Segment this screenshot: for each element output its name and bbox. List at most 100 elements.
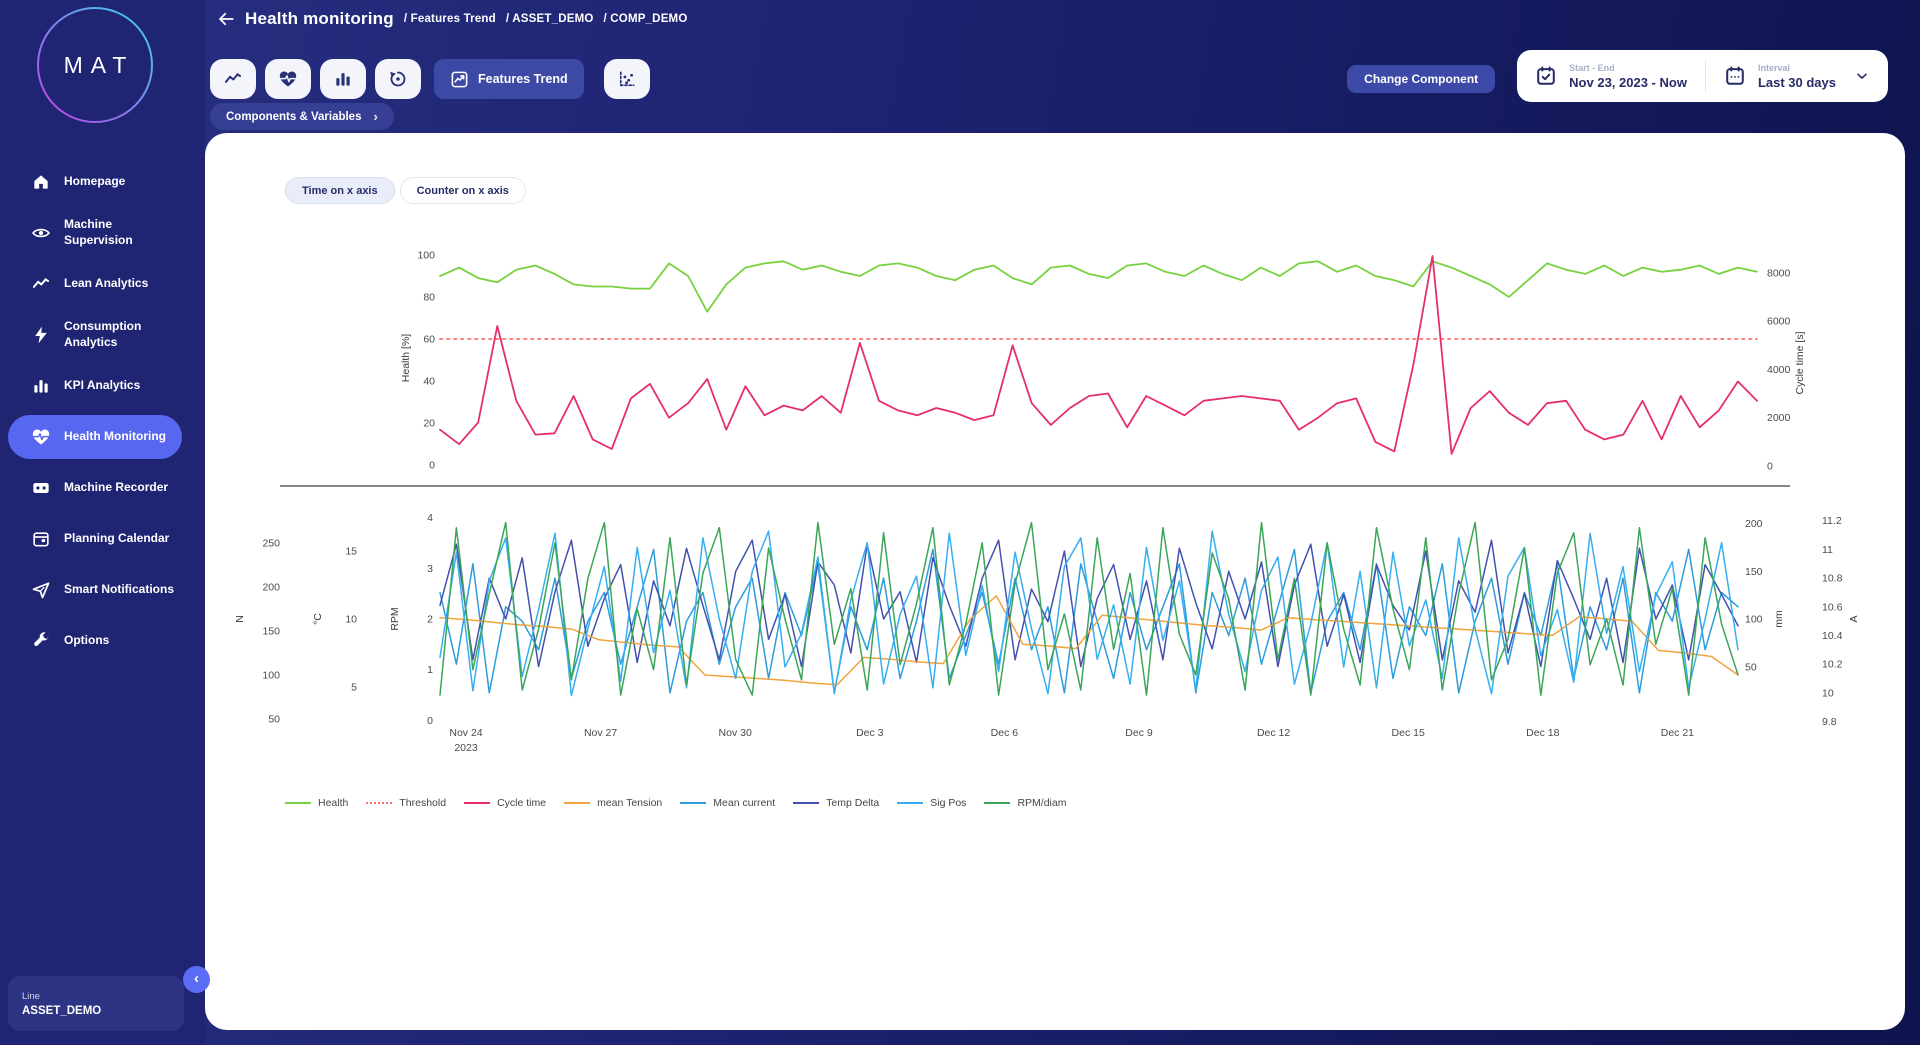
legend-item-mean-tension[interactable]: mean Tension — [564, 797, 662, 809]
legend-swatch — [680, 802, 707, 804]
health-button[interactable] — [265, 59, 311, 99]
legend-label: Cycle time — [497, 797, 547, 809]
scatter-chart-button[interactable] — [603, 59, 650, 99]
sidebar-item-homepage[interactable]: Homepage — [8, 160, 182, 204]
line-selector[interactable]: Line ASSET_DEMO — [8, 976, 184, 1031]
svg-text:6000: 6000 — [1767, 316, 1791, 328]
page-title: Health monitoring — [245, 9, 394, 28]
interval-select[interactable]: Interval Last 30 days — [1706, 63, 1888, 90]
change-component-button[interactable]: Change Component — [1347, 65, 1496, 93]
svg-text:Dec 9: Dec 9 — [1125, 727, 1153, 739]
svg-text:Dec 18: Dec 18 — [1526, 727, 1559, 739]
legend-label: Sig Pos — [930, 797, 967, 809]
sidebar: MAT Homepage Machine Supervision Lean Anal… — [0, 0, 210, 1045]
svg-text:11.2: 11.2 — [1822, 515, 1842, 527]
sidebar-nav: Homepage Machine Supervision Lean Analytic… — [0, 160, 205, 663]
line-value: ASSET_DEMO — [22, 1004, 102, 1017]
svg-text:1: 1 — [427, 664, 433, 676]
svg-text:40: 40 — [423, 376, 435, 388]
chart-card: Time on x axis Counter on x axis 0 20 40 60… — [205, 133, 1905, 1030]
svg-text:200: 200 — [1745, 518, 1763, 530]
start-end-field[interactable]: Start - End Nov 23, 2023 - Now — [1517, 63, 1705, 90]
svg-text:9.8: 9.8 — [1822, 716, 1837, 728]
legend-label: mean Tension — [597, 797, 663, 809]
sidebar-item-label: Lean Analytics — [64, 276, 149, 291]
legend-item-threshold[interactable]: Threshold — [366, 797, 446, 809]
sidebar-item-health-monitoring[interactable]: Health Monitoring — [8, 415, 182, 459]
cassette-icon — [33, 483, 49, 493]
scatter-chart-icon — [619, 71, 635, 87]
sidebar-item-consumption-analytics[interactable]: Consumption Analytics — [8, 313, 182, 357]
history-button[interactable] — [375, 59, 421, 99]
svg-text:0: 0 — [427, 715, 433, 727]
components-variables-label: Components & Variables — [226, 110, 362, 123]
home-icon — [34, 175, 48, 189]
toggle-counter-x-axis[interactable]: Counter on x axis — [399, 177, 526, 204]
calendar-icon — [1726, 66, 1744, 85]
svg-text:2000: 2000 — [1767, 412, 1791, 424]
svg-text:10.2: 10.2 — [1822, 659, 1843, 671]
line-label: Line — [22, 990, 40, 1002]
svg-text:150: 150 — [1745, 566, 1763, 578]
svg-text:RPM: RPM — [389, 607, 401, 630]
breadcrumb-item[interactable]: / ASSET_DEMO — [506, 13, 594, 25]
svg-text:5: 5 — [351, 682, 357, 694]
sidebar-item-label: Machine Recorder — [64, 480, 169, 495]
app-logo: MAT — [0, 0, 205, 140]
heart-pulse-icon — [279, 71, 297, 87]
legend-label: RPM/diam — [1017, 797, 1067, 809]
svg-text:250: 250 — [262, 538, 280, 550]
features-trend-chart[interactable]: 020406080100Health [%]02000400060008000C… — [205, 203, 1905, 803]
calendar-icon — [33, 532, 49, 547]
sidebar-item-label: Consumption Analytics — [64, 319, 142, 349]
components-variables-button[interactable]: Components & Variables › — [210, 103, 394, 130]
svg-text:Dec 3: Dec 3 — [856, 727, 884, 739]
legend-item-sig-pos[interactable]: Sig Pos — [897, 797, 966, 809]
line-chart-button[interactable] — [210, 59, 256, 99]
legend-item-rpm-diam[interactable]: RPM/diam — [984, 797, 1066, 809]
svg-text:mm: mm — [1773, 610, 1785, 628]
sidebar-item-lean-analytics[interactable]: Lean Analytics — [8, 262, 182, 306]
svg-text:10: 10 — [1822, 687, 1834, 699]
legend-item-cycle-time[interactable]: Cycle time — [464, 797, 546, 809]
sidebar-item-options[interactable]: Options — [8, 619, 182, 663]
breadcrumb-item[interactable]: / COMP_DEMO — [604, 13, 688, 25]
svg-text:N: N — [234, 615, 246, 623]
toggle-time-x-axis[interactable]: Time on x axis — [285, 177, 395, 204]
chevron-left-icon: ‹ — [194, 970, 199, 987]
svg-text:Nov 27: Nov 27 — [584, 727, 617, 739]
breadcrumb-item[interactable]: / Features Trend — [404, 13, 496, 25]
bar-chart-button[interactable] — [320, 59, 366, 99]
svg-text:4: 4 — [427, 512, 433, 524]
chart-legend: Health Threshold Cycle time mean Tension Mea… — [285, 797, 1066, 809]
legend-label: Health — [318, 797, 349, 809]
legend-item-temp-delta[interactable]: Temp Delta — [793, 797, 879, 809]
breadcrumb-trail: / Features Trend / ASSET_DEMO / COMP_DEMO — [404, 13, 688, 25]
back-button[interactable] — [213, 6, 239, 32]
svg-text:0: 0 — [429, 459, 435, 471]
sidebar-item-machine-supervision[interactable]: Machine Supervision — [8, 211, 182, 255]
eye-icon — [32, 228, 50, 238]
legend-swatch — [285, 802, 311, 804]
sidebar-item-planning-calendar[interactable]: Planning Calendar — [8, 517, 182, 561]
trend-line-icon — [224, 73, 242, 83]
legend-item-mean-current[interactable]: Mean current — [680, 797, 775, 809]
top-header: Health monitoring / Features Trend / ASSE… — [205, 0, 1920, 133]
sidebar-item-smart-notifications[interactable]: Smart Notifications — [8, 568, 182, 612]
legend-swatch — [984, 802, 1011, 804]
legend-swatch — [366, 802, 393, 804]
features-trend-label: Features Trend — [478, 72, 568, 86]
legend-swatch — [793, 802, 820, 804]
features-trend-button[interactable]: Features Trend — [434, 59, 584, 99]
legend-item-health[interactable]: Health — [285, 797, 348, 809]
svg-text:Nov 24: Nov 24 — [449, 727, 482, 739]
svg-text:Nov 30: Nov 30 — [719, 727, 752, 739]
toolbar-icon-buttons — [210, 59, 421, 99]
sidebar-item-kpi-analytics[interactable]: KPI Analytics — [8, 364, 182, 408]
sidebar-item-machine-recorder[interactable]: Machine Recorder — [8, 466, 182, 510]
sidebar-collapse-button[interactable]: ‹ — [183, 966, 210, 993]
chart-box-icon — [451, 71, 468, 87]
legend-swatch — [897, 802, 924, 804]
svg-text:Cycle time [s]: Cycle time [s] — [1794, 331, 1806, 394]
svg-text:15: 15 — [345, 546, 357, 558]
